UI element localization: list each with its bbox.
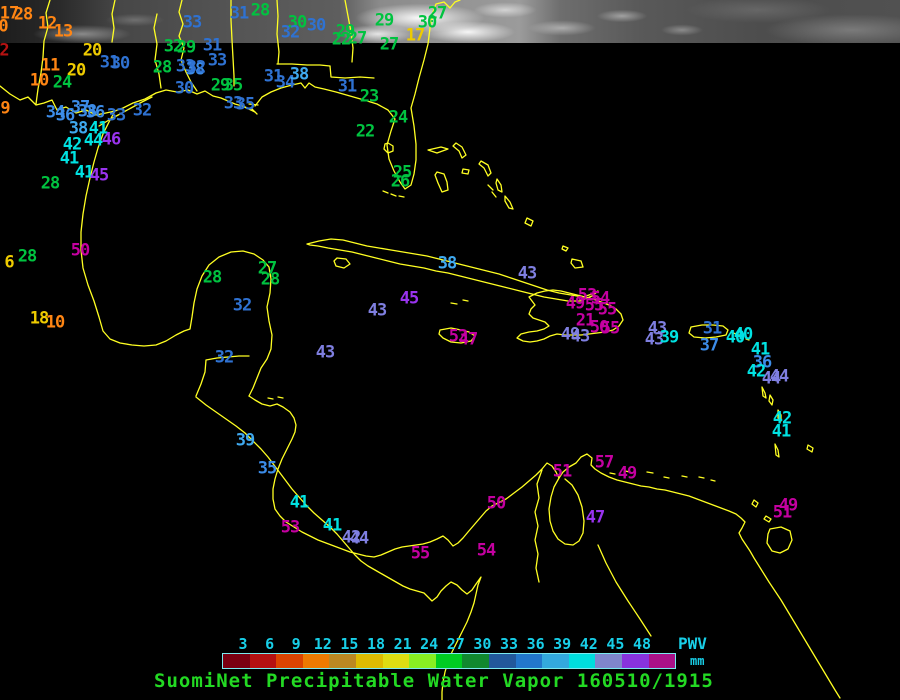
station-value: 33 (183, 15, 201, 32)
station-value: 28 (251, 3, 269, 20)
station-value: 47 (586, 510, 604, 527)
station-value: 40 (734, 327, 752, 344)
station-value: 30 (307, 18, 325, 35)
station-value: 28 (14, 7, 32, 24)
station-value: 41 (290, 495, 308, 512)
station-value: 32 (215, 350, 233, 367)
station-value: 43 (316, 345, 334, 362)
station-value: 43 (571, 329, 589, 346)
station-value: 33 (208, 53, 226, 70)
station-value: 41 (323, 518, 341, 535)
station-value: 35 (258, 461, 276, 478)
station-value: 6 (4, 255, 13, 272)
station-value: 9 (0, 101, 9, 118)
station-value: 35 (224, 78, 242, 95)
station-value: 43 (368, 303, 386, 320)
station-value: 30 (175, 81, 193, 98)
station-value: 55 (598, 302, 616, 319)
station-value: 28 (261, 272, 279, 289)
station-value: 28 (153, 60, 171, 77)
station-value: 38 (438, 256, 456, 273)
station-value: 45 (90, 168, 108, 185)
station-value: 39 (236, 433, 254, 450)
station-value: 57 (595, 455, 613, 472)
station-value: 27 (380, 37, 398, 54)
station-value: 32 (233, 298, 251, 315)
station-value: 22 (332, 32, 350, 49)
station-value: 44 (350, 531, 368, 548)
station-value: 32 (187, 60, 205, 77)
station-value: 55 (601, 321, 619, 338)
station-value: 55 (411, 546, 429, 563)
station-value: 32 (133, 103, 151, 120)
station-values-layer: 1728012132112020102493130283229303833323… (0, 0, 900, 700)
station-value: 46 (102, 132, 120, 149)
station-value: 28 (41, 176, 59, 193)
station-value: 47 (459, 332, 477, 349)
station-value: 2 (0, 43, 9, 60)
station-value: 10 (46, 315, 64, 332)
station-value: 44 (770, 369, 788, 386)
station-value: 32 (281, 25, 299, 42)
station-value: 41 (772, 424, 790, 441)
pwv-map-screen: 1728012132112020102493130283229303833323… (0, 0, 900, 700)
station-value: 38 (290, 67, 308, 84)
station-value: 35 (236, 97, 254, 114)
station-value: 26 (391, 174, 409, 191)
station-value: 43 (518, 266, 536, 283)
station-value: 20 (83, 43, 101, 60)
station-value: 24 (53, 75, 71, 92)
station-value: 13 (54, 24, 72, 41)
station-value: 33 (107, 108, 125, 125)
station-value: 28 (203, 270, 221, 287)
station-value: 54 (477, 543, 495, 560)
station-value: 10 (30, 73, 48, 90)
station-value: 22 (356, 124, 374, 141)
station-value: 23 (360, 89, 378, 106)
station-value: 39 (660, 330, 678, 347)
station-value: 51 (773, 505, 791, 522)
station-value: 31 (338, 79, 356, 96)
station-value: 24 (389, 110, 407, 127)
station-value: 50 (487, 496, 505, 513)
station-value: 49 (618, 466, 636, 483)
station-value: 51 (553, 464, 571, 481)
station-value: 45 (400, 291, 418, 308)
station-value: 27 (348, 31, 366, 48)
station-value: 0 (0, 19, 8, 36)
station-value: 28 (18, 249, 36, 266)
station-value: 29 (375, 13, 393, 30)
station-value: 29 (177, 40, 195, 57)
station-value: 44 (84, 133, 102, 150)
station-value: 50 (71, 243, 89, 260)
station-value: 31 (230, 6, 248, 23)
station-value: 30 (111, 56, 129, 73)
station-value: 53 (281, 520, 299, 537)
station-value: 37 (700, 338, 718, 355)
station-value: 17 (406, 28, 424, 45)
